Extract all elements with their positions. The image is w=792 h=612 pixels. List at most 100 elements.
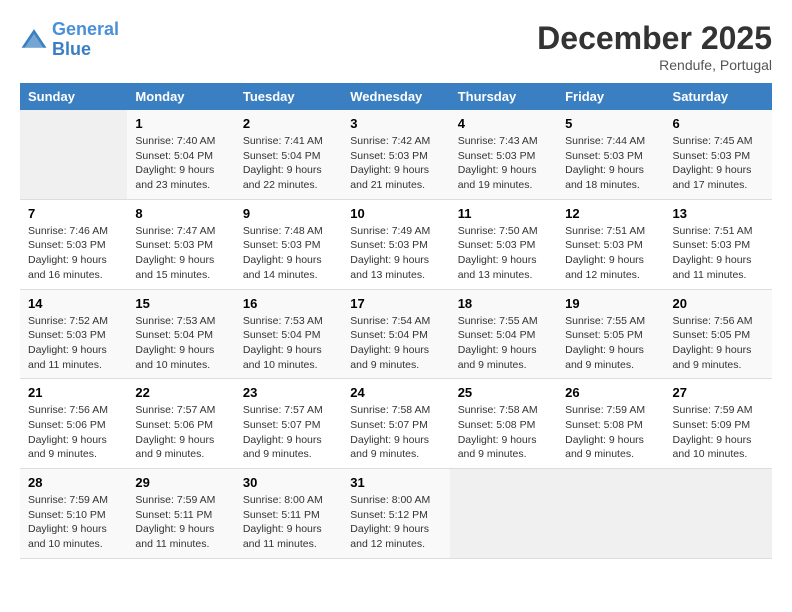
day-info: Sunrise: 7:59 AM Sunset: 5:09 PM Dayligh… [673, 403, 764, 462]
calendar-cell: 26Sunrise: 7:59 AM Sunset: 5:08 PM Dayli… [557, 379, 664, 469]
day-info: Sunrise: 7:59 AM Sunset: 5:08 PM Dayligh… [565, 403, 656, 462]
calendar-cell: 30 Sunrise: 8:00 AM Sunset: 5:11 PM Dayli… [235, 469, 342, 559]
weekday-header: Thursday [450, 83, 557, 110]
day-number: 12 [565, 206, 656, 221]
day-info: Sunrise: 7:42 AM Sunset: 5:03 PM Dayligh… [350, 134, 441, 193]
day-info: Sunrise: 7:58 AM Sunset: 5:08 PM Dayligh… [458, 403, 549, 462]
day-number: 29 [135, 475, 226, 490]
day-info: Sunrise: 8:00 AM Sunset: 5:12 PM Dayligh… [350, 493, 441, 552]
calendar-cell: 17 Sunrise: 7:54 AM Sunset: 5:04 PM Dayli… [342, 289, 449, 379]
day-number: 17 [350, 296, 441, 311]
day-info: Sunrise: 7:54 AM Sunset: 5:04 PM Dayligh… [350, 314, 441, 373]
day-info: Sunrise: 7:55 AM Sunset: 5:05 PM Dayligh… [565, 314, 656, 373]
day-number: 21 [28, 385, 119, 400]
day-number: 13 [673, 206, 764, 221]
calendar-cell: 25 Sunrise: 7:58 AM Sunset: 5:08 PM Dayli… [450, 379, 557, 469]
day-info: Sunrise: 7:48 AM Sunset: 5:03 PM Dayligh… [243, 224, 334, 283]
day-info: Sunrise: 7:41 AM Sunset: 5:04 PM Dayligh… [243, 134, 334, 193]
calendar-cell: 13 Sunrise: 7:51 AM Sunset: 5:03 PM Dayli… [665, 199, 772, 289]
day-info: Sunrise: 7:50 AM Sunset: 5:03 PM Dayligh… [458, 224, 549, 283]
location: Rendufe, Portugal [537, 57, 772, 73]
calendar-cell: 21 Sunrise: 7:56 AM Sunset: 5:06 PM Dayli… [20, 379, 127, 469]
day-number: 14 [28, 296, 119, 311]
title-block: December 2025 Rendufe, Portugal [537, 20, 772, 73]
calendar-cell: 24 Sunrise: 7:58 AM Sunset: 5:07 PM Dayli… [342, 379, 449, 469]
calendar-cell: 11 Sunrise: 7:50 AM Sunset: 5:03 PM Dayli… [450, 199, 557, 289]
day-number: 6 [673, 116, 764, 131]
day-info: Sunrise: 7:59 AM Sunset: 5:10 PM Dayligh… [28, 493, 119, 552]
day-info: Sunrise: 7:53 AM Sunset: 5:04 PM Dayligh… [243, 314, 334, 373]
logo: General Blue [20, 20, 119, 60]
day-info: Sunrise: 7:56 AM Sunset: 5:05 PM Dayligh… [673, 314, 764, 373]
calendar-table: SundayMondayTuesdayWednesdayThursdayFrid… [20, 83, 772, 559]
day-number: 30 [243, 475, 334, 490]
calendar-cell: 8Sunrise: 7:47 AM Sunset: 5:03 PM Daylig… [127, 199, 234, 289]
day-info: Sunrise: 7:53 AM Sunset: 5:04 PM Dayligh… [135, 314, 226, 373]
calendar-cell: 14Sunrise: 7:52 AM Sunset: 5:03 PM Dayli… [20, 289, 127, 379]
day-info: Sunrise: 7:40 AM Sunset: 5:04 PM Dayligh… [135, 134, 226, 193]
calendar-cell [557, 469, 664, 559]
day-info: Sunrise: 7:45 AM Sunset: 5:03 PM Dayligh… [673, 134, 764, 193]
calendar-cell: 18 Sunrise: 7:55 AM Sunset: 5:04 PM Dayli… [450, 289, 557, 379]
day-number: 19 [565, 296, 656, 311]
day-number: 3 [350, 116, 441, 131]
calendar-week-row: 14Sunrise: 7:52 AM Sunset: 5:03 PM Dayli… [20, 289, 772, 379]
calendar-cell: 4Sunrise: 7:43 AM Sunset: 5:03 PM Daylig… [450, 110, 557, 199]
day-number: 28 [28, 475, 119, 490]
calendar-cell: 10Sunrise: 7:49 AM Sunset: 5:03 PM Dayli… [342, 199, 449, 289]
month-title: December 2025 [537, 20, 772, 57]
day-info: Sunrise: 7:49 AM Sunset: 5:03 PM Dayligh… [350, 224, 441, 283]
day-info: Sunrise: 8:00 AM Sunset: 5:11 PM Dayligh… [243, 493, 334, 552]
calendar-cell: 27 Sunrise: 7:59 AM Sunset: 5:09 PM Dayli… [665, 379, 772, 469]
logo-text: General Blue [52, 20, 119, 60]
day-info: Sunrise: 7:43 AM Sunset: 5:03 PM Dayligh… [458, 134, 549, 193]
day-info: Sunrise: 7:57 AM Sunset: 5:07 PM Dayligh… [243, 403, 334, 462]
day-info: Sunrise: 7:51 AM Sunset: 5:03 PM Dayligh… [565, 224, 656, 283]
day-info: Sunrise: 7:57 AM Sunset: 5:06 PM Dayligh… [135, 403, 226, 462]
calendar-cell: 28 Sunrise: 7:59 AM Sunset: 5:10 PM Dayli… [20, 469, 127, 559]
day-info: Sunrise: 7:59 AM Sunset: 5:11 PM Dayligh… [135, 493, 226, 552]
day-number: 24 [350, 385, 441, 400]
calendar-header: SundayMondayTuesdayWednesdayThursdayFrid… [20, 83, 772, 110]
calendar-cell: 23 Sunrise: 7:57 AM Sunset: 5:07 PM Dayli… [235, 379, 342, 469]
calendar-cell: 12 Sunrise: 7:51 AM Sunset: 5:03 PM Dayli… [557, 199, 664, 289]
day-number: 16 [243, 296, 334, 311]
calendar-cell: 3 Sunrise: 7:42 AM Sunset: 5:03 PM Daylig… [342, 110, 449, 199]
day-number: 23 [243, 385, 334, 400]
day-number: 11 [458, 206, 549, 221]
calendar-week-row: 21 Sunrise: 7:56 AM Sunset: 5:06 PM Dayli… [20, 379, 772, 469]
calendar-cell: 15 Sunrise: 7:53 AM Sunset: 5:04 PM Dayli… [127, 289, 234, 379]
day-info: Sunrise: 7:55 AM Sunset: 5:04 PM Dayligh… [458, 314, 549, 373]
calendar-week-row: 7 Sunrise: 7:46 AM Sunset: 5:03 PM Daylig… [20, 199, 772, 289]
calendar-cell: 16 Sunrise: 7:53 AM Sunset: 5:04 PM Dayli… [235, 289, 342, 379]
day-number: 8 [135, 206, 226, 221]
calendar-cell: 1 Sunrise: 7:40 AM Sunset: 5:04 PM Daylig… [127, 110, 234, 199]
calendar-cell: 22 Sunrise: 7:57 AM Sunset: 5:06 PM Dayli… [127, 379, 234, 469]
page-header: General Blue December 2025 Rendufe, Port… [20, 20, 772, 73]
weekday-header: Saturday [665, 83, 772, 110]
day-number: 20 [673, 296, 764, 311]
day-info: Sunrise: 7:46 AM Sunset: 5:03 PM Dayligh… [28, 224, 119, 283]
calendar-cell: 6 Sunrise: 7:45 AM Sunset: 5:03 PM Daylig… [665, 110, 772, 199]
day-number: 7 [28, 206, 119, 221]
calendar-cell [20, 110, 127, 199]
calendar-body: 1 Sunrise: 7:40 AM Sunset: 5:04 PM Daylig… [20, 110, 772, 558]
day-info: Sunrise: 7:56 AM Sunset: 5:06 PM Dayligh… [28, 403, 119, 462]
day-number: 25 [458, 385, 549, 400]
weekday-row: SundayMondayTuesdayWednesdayThursdayFrid… [20, 83, 772, 110]
calendar-week-row: 1 Sunrise: 7:40 AM Sunset: 5:04 PM Daylig… [20, 110, 772, 199]
day-number: 22 [135, 385, 226, 400]
weekday-header: Wednesday [342, 83, 449, 110]
weekday-header: Tuesday [235, 83, 342, 110]
calendar-cell: 31Sunrise: 8:00 AM Sunset: 5:12 PM Dayli… [342, 469, 449, 559]
weekday-header: Sunday [20, 83, 127, 110]
day-number: 18 [458, 296, 549, 311]
day-number: 15 [135, 296, 226, 311]
day-number: 27 [673, 385, 764, 400]
day-info: Sunrise: 7:51 AM Sunset: 5:03 PM Dayligh… [673, 224, 764, 283]
day-info: Sunrise: 7:58 AM Sunset: 5:07 PM Dayligh… [350, 403, 441, 462]
calendar-cell: 20 Sunrise: 7:56 AM Sunset: 5:05 PM Dayli… [665, 289, 772, 379]
weekday-header: Friday [557, 83, 664, 110]
day-number: 1 [135, 116, 226, 131]
day-number: 9 [243, 206, 334, 221]
